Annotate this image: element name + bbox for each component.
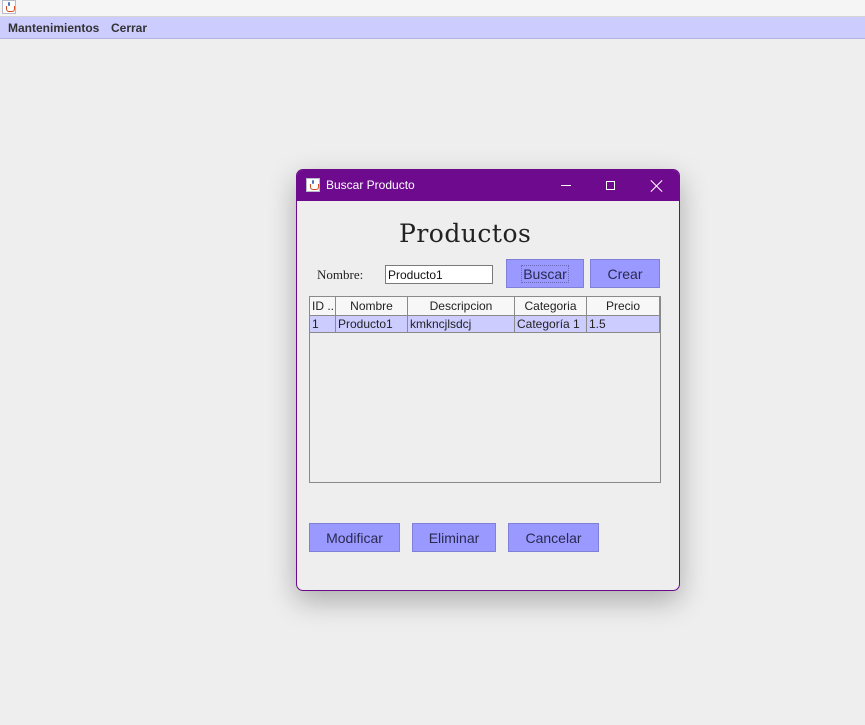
dialog-title: Buscar Producto: [326, 178, 415, 192]
cancelar-button[interactable]: Cancelar: [508, 523, 599, 552]
cell-precio: 1.5: [587, 316, 660, 332]
minimize-icon: [560, 185, 571, 186]
column-header-nombre[interactable]: Nombre: [336, 297, 408, 315]
menu-mantenimientos[interactable]: Mantenimientos: [8, 21, 99, 35]
main-window-strip: [0, 0, 865, 17]
column-header-categoria[interactable]: Categoria: [515, 297, 587, 315]
crear-button[interactable]: Crear: [590, 259, 660, 288]
eliminar-button[interactable]: Eliminar: [412, 523, 496, 552]
modificar-button[interactable]: Modificar: [309, 523, 400, 552]
cell-id: 1: [310, 316, 336, 332]
dialog-titlebar[interactable]: Buscar Producto: [297, 170, 679, 201]
cell-nombre: Producto1: [336, 316, 408, 332]
cell-categoria: Categoría 1: [515, 316, 587, 332]
buscar-button[interactable]: Buscar: [506, 259, 584, 288]
column-header-id[interactable]: ID ...: [310, 297, 336, 315]
cell-descripcion: kmkncjlsdcj: [408, 316, 515, 332]
nombre-label: Nombre:: [317, 267, 364, 282]
menubar: Mantenimientos Cerrar: [0, 17, 865, 39]
close-icon: [651, 180, 663, 192]
table-row[interactable]: 1 Producto1 kmkncjlsdcj Categoría 1 1.5: [310, 316, 660, 333]
productos-table[interactable]: ID ... Nombre Descripcion Categoria Prec…: [309, 296, 661, 483]
column-header-descripcion[interactable]: Descripcion: [408, 297, 515, 315]
maximize-button[interactable]: [588, 170, 633, 201]
nombre-input[interactable]: [385, 265, 493, 284]
buscar-button-label: Buscar: [521, 264, 569, 283]
table-header: ID ... Nombre Descripcion Categoria Prec…: [310, 297, 660, 316]
java-app-icon: [2, 0, 16, 14]
minimize-button[interactable]: [543, 170, 588, 201]
column-header-precio[interactable]: Precio: [587, 297, 660, 315]
buscar-producto-dialog: Buscar Producto Productos Nombre: Buscar…: [296, 169, 680, 591]
maximize-icon: [606, 181, 615, 190]
java-app-icon: [306, 178, 320, 192]
page-title: Productos: [399, 219, 532, 248]
close-button[interactable]: [634, 170, 679, 201]
menu-cerrar[interactable]: Cerrar: [111, 21, 147, 35]
